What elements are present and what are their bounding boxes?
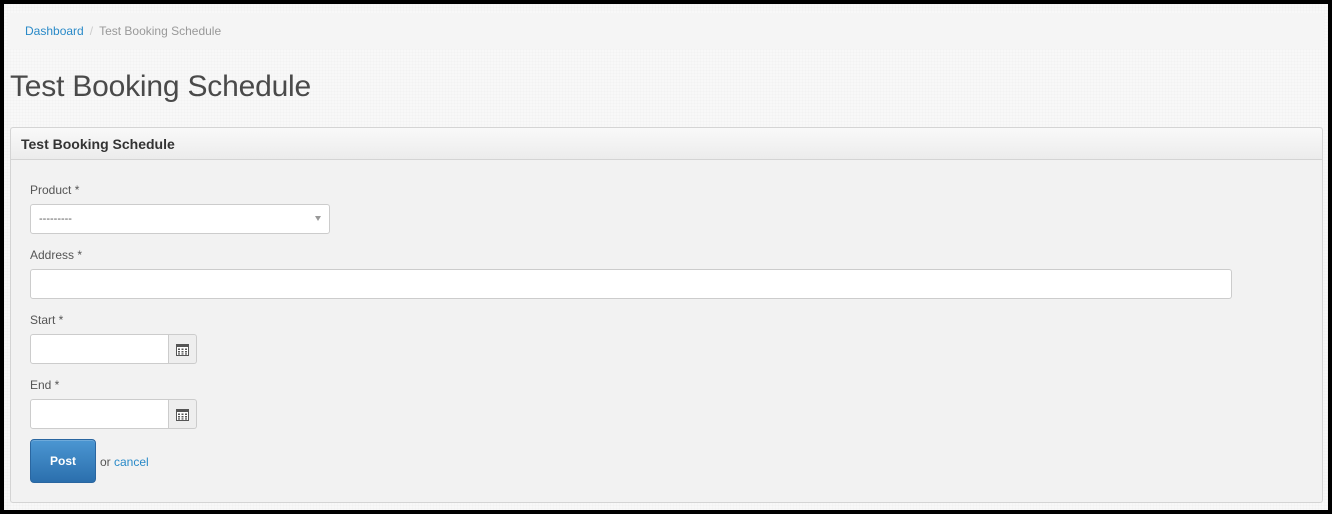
end-label: End * — [30, 378, 60, 392]
product-label: Product * — [30, 183, 80, 197]
breadcrumb-dashboard-link[interactable]: Dashboard — [25, 24, 84, 38]
chevron-down-icon — [315, 216, 321, 221]
start-date-input[interactable] — [30, 334, 169, 364]
start-calendar-button[interactable] — [169, 334, 197, 364]
calendar-icon — [176, 343, 189, 356]
product-select[interactable]: --------- — [30, 204, 330, 234]
form-panel: Test Booking Schedule Product * --------… — [10, 127, 1323, 503]
post-button[interactable]: Post — [30, 439, 96, 483]
breadcrumb: Dashboard / Test Booking Schedule — [8, 13, 1324, 49]
cancel-link[interactable]: cancel — [114, 455, 149, 469]
breadcrumb-separator: / — [89, 24, 94, 38]
product-selected-value: --------- — [39, 213, 72, 225]
or-text: or — [100, 455, 111, 469]
breadcrumb-current: Test Booking Schedule — [99, 24, 222, 38]
page-frame: Dashboard / Test Booking Schedule Test B… — [4, 4, 1328, 510]
address-input[interactable] — [30, 269, 1232, 299]
panel-heading: Test Booking Schedule — [11, 128, 1322, 160]
start-label: Start * — [30, 313, 64, 327]
calendar-icon — [176, 408, 189, 421]
page-title: Test Booking Schedule — [10, 70, 312, 103]
end-calendar-button[interactable] — [169, 399, 197, 429]
end-date-input[interactable] — [30, 399, 169, 429]
address-label: Address * — [30, 248, 83, 262]
